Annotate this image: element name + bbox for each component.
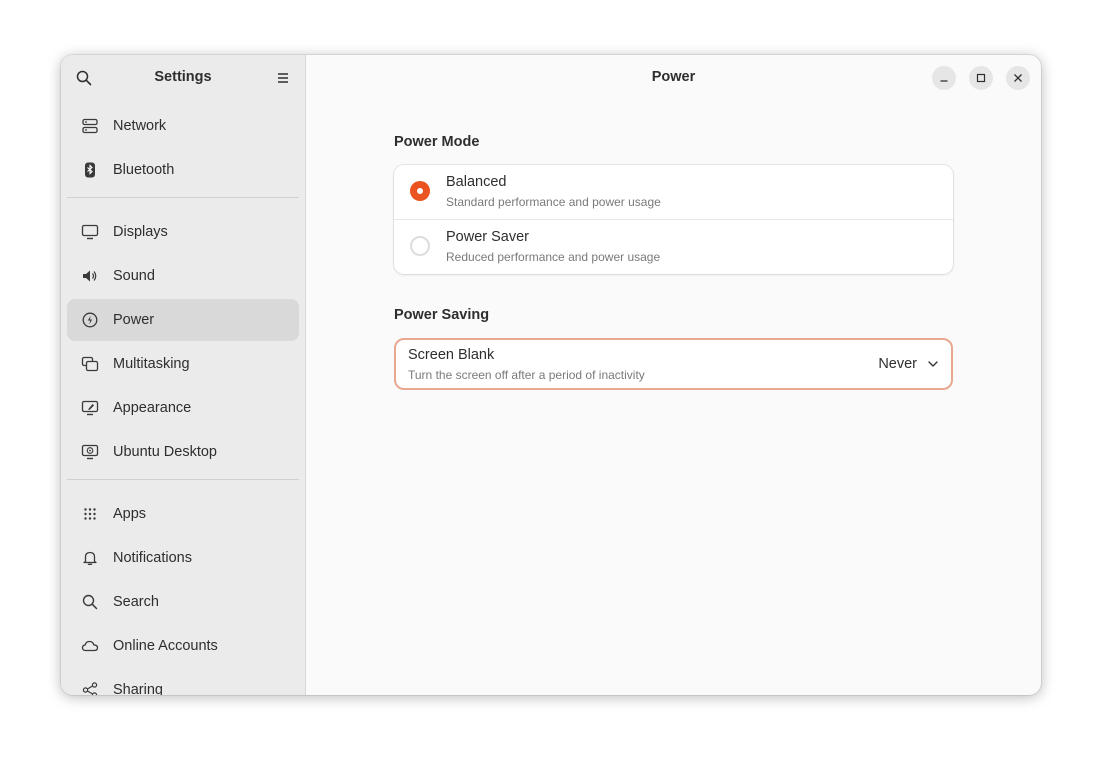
multitasking-icon [81,355,99,373]
screen-blank-dropdown[interactable]: Never [878,356,939,372]
sidebar-item-label: Sound [113,268,155,284]
bluetooth-icon [81,161,99,179]
nav-group-connectivity: Network Bluetooth [61,105,305,191]
apps-grid-icon [81,505,99,523]
network-icon [81,117,99,135]
sidebar-item-label: Ubuntu Desktop [113,444,217,460]
screen-blank-row[interactable]: Screen Blank Turn the screen off after a… [394,338,953,390]
sidebar-item-search[interactable]: Search [67,581,299,623]
sidebar-divider [67,479,299,480]
sidebar-item-label: Power [113,312,155,328]
maximize-button[interactable] [969,66,993,90]
search-icon [81,593,99,611]
screen-blank-value: Never [878,356,917,372]
hamburger-menu-icon[interactable] [275,69,291,87]
option-title: Power Saver [446,229,530,245]
sidebar-item-label: Network [113,118,167,134]
screen-blank-subtitle: Turn the screen off after a period of in… [408,368,645,382]
sidebar-item-label: Appearance [113,400,192,416]
sidebar-item-displays[interactable]: Displays [67,211,299,253]
power-saving-heading: Power Saving [394,307,490,323]
sidebar-item-sound[interactable]: Sound [67,255,299,297]
speaker-icon [81,267,99,285]
maximize-icon [976,73,986,83]
sidebar-item-online-accounts[interactable]: Online Accounts [67,625,299,667]
sidebar-item-label: Apps [113,506,147,522]
sidebar-item-label: Bluetooth [113,162,175,178]
option-title: Balanced [446,174,507,190]
nav-group-system: Apps Notifications Search Online Account… [61,493,305,695]
settings-window: Settings Network Bluetooth Displays Soun… [61,55,1041,695]
sidebar-item-label: Multitasking [113,356,190,372]
page-title: Power [651,69,696,85]
sidebar-item-sharing[interactable]: Sharing [67,669,299,695]
close-button[interactable] [1006,66,1030,90]
sidebar-item-label: Displays [113,224,168,240]
balanced-radio[interactable] [410,181,430,201]
share-icon [81,681,99,695]
close-icon [1013,73,1023,83]
sidebar-item-ubuntu-desktop[interactable]: Ubuntu Desktop [67,431,299,473]
sidebar-item-notifications[interactable]: Notifications [67,537,299,579]
ubuntu-desktop-icon [81,443,99,461]
bell-icon [81,549,99,567]
sidebar-item-label: Search [113,594,159,610]
sidebar-item-apps[interactable]: Apps [67,493,299,535]
power-icon [81,311,99,329]
nav-group-device: Displays Sound Power Multitasking Appear… [61,211,305,473]
power-mode-heading: Power Mode [394,134,480,150]
power-mode-balanced-row[interactable]: Balanced Standard performance and power … [394,165,953,220]
cloud-icon [81,637,99,655]
option-subtitle: Reduced performance and power usage [446,250,661,264]
sidebar-item-power[interactable]: Power [67,299,299,341]
minimize-icon [939,73,949,83]
appearance-icon [81,399,99,417]
sidebar-item-label: Sharing [113,682,163,695]
display-icon [81,223,99,241]
sidebar-title: Settings [154,69,212,85]
sidebar-divider [67,197,299,198]
content-pane: Power Power Mode Balanced Standard perfo… [306,55,1041,695]
power-saver-radio[interactable] [410,236,430,256]
option-subtitle: Standard performance and power usage [446,195,661,209]
sidebar-item-bluetooth[interactable]: Bluetooth [67,149,299,191]
sidebar-item-network[interactable]: Network [67,105,299,147]
header-bar: Power [306,55,1041,101]
screen-blank-title: Screen Blank [408,347,495,363]
sidebar: Settings Network Bluetooth Displays Soun… [61,55,306,695]
minimize-button[interactable] [932,66,956,90]
chevron-down-icon [927,358,939,370]
sidebar-item-label: Online Accounts [113,638,218,654]
power-mode-card: Balanced Standard performance and power … [394,165,953,274]
sidebar-header: Settings [61,55,305,101]
sidebar-item-label: Notifications [113,550,192,566]
power-mode-power-saver-row[interactable]: Power Saver Reduced performance and powe… [394,220,953,274]
sidebar-item-appearance[interactable]: Appearance [67,387,299,429]
sidebar-item-multitasking[interactable]: Multitasking [67,343,299,385]
